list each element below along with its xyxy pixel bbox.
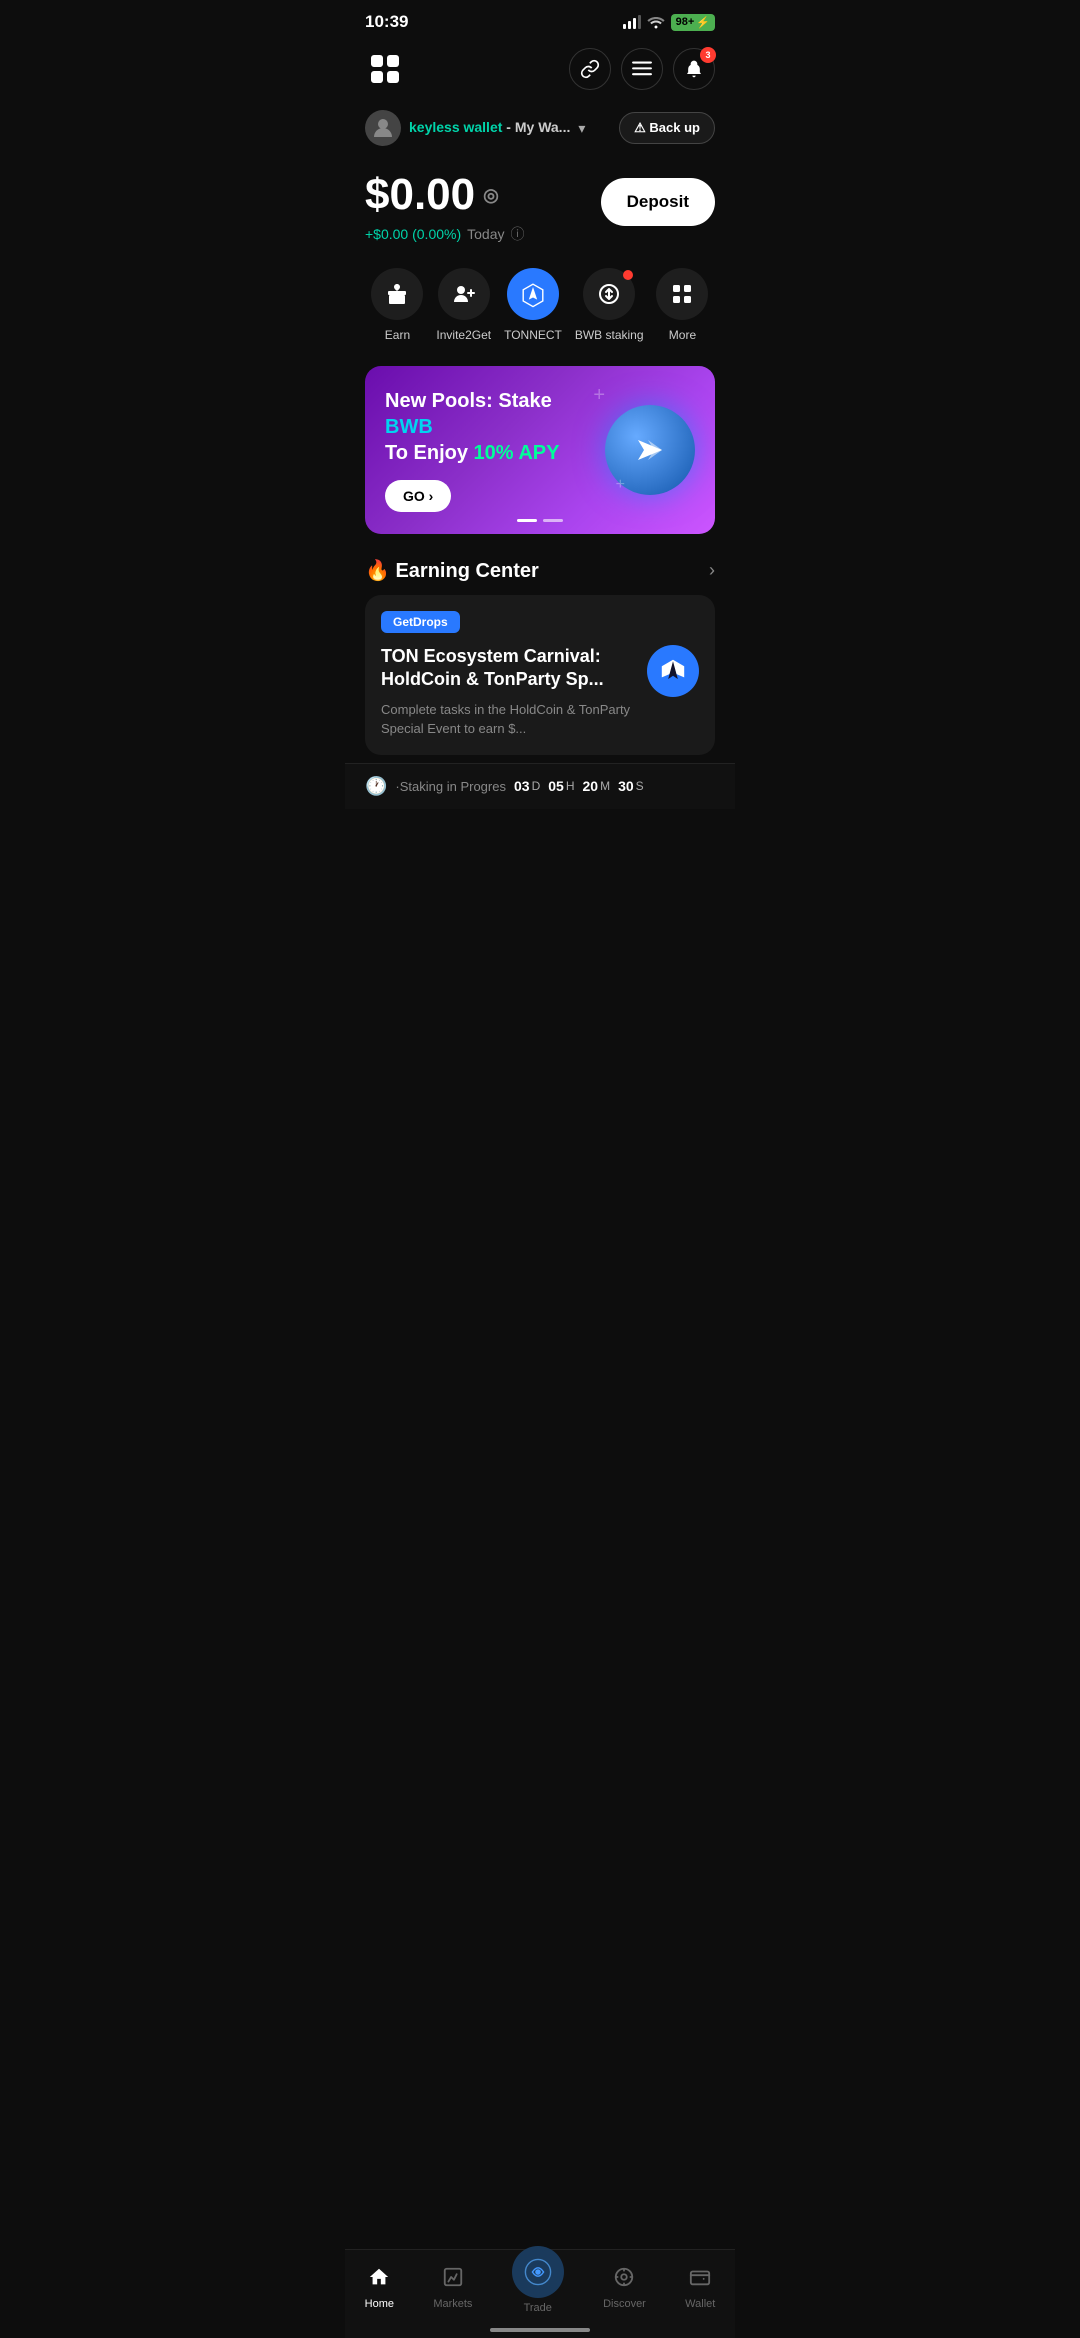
action-bwb[interactable]: BWB staking — [575, 268, 644, 342]
action-invite[interactable]: Invite2Get — [436, 268, 491, 342]
tonnect-label: TONNECT — [504, 328, 562, 342]
apps-grid-icon — [371, 55, 399, 83]
earning-card-content: TON Ecosystem Carnival: HoldCoin & TonPa… — [381, 645, 699, 739]
nav-markets[interactable]: Markets — [425, 2266, 480, 2310]
home-indicator — [490, 2328, 590, 2332]
notification-badge: 3 — [700, 47, 716, 63]
chevron-down-icon: ▾ — [578, 120, 585, 137]
earning-card-title: TON Ecosystem Carnival: HoldCoin & TonPa… — [381, 645, 635, 692]
tonnect-logo-icon — [519, 280, 547, 308]
markets-icon — [442, 2266, 464, 2294]
more-icon — [670, 282, 694, 306]
deposit-button[interactable]: Deposit — [601, 178, 715, 226]
status-icons: 98+ ⚡ — [623, 14, 715, 31]
battery-badge: 98+ ⚡ — [671, 14, 715, 31]
wallet-label: Wallet — [685, 2298, 715, 2310]
action-tonnect[interactable]: TONNECT — [504, 268, 562, 342]
bottom-spacer — [345, 809, 735, 899]
timer-mins: 20 M — [582, 778, 610, 794]
clock-icon: 🕐 — [365, 776, 387, 797]
balance-left: $0.00 ◎ +$0.00 (0.00%) Today ⓘ — [365, 170, 524, 244]
backup-button[interactable]: ⚠ Back up — [619, 112, 715, 144]
bell-icon — [684, 59, 704, 79]
bwb-dot — [623, 270, 633, 280]
more-label: More — [669, 328, 696, 342]
wifi-svg — [647, 15, 665, 29]
invite-icon — [452, 282, 476, 306]
ton-v-icon — [657, 655, 689, 687]
earning-center-chevron[interactable]: › — [709, 560, 715, 581]
earn-label: Earn — [385, 328, 410, 342]
header-right: 3 — [569, 48, 715, 90]
ton-logo — [647, 645, 699, 697]
status-bar: 10:39 98+ ⚡ — [345, 0, 735, 40]
earning-center-header: 🔥 Earning Center › — [365, 558, 715, 583]
trade-button[interactable] — [512, 2246, 564, 2298]
wallet-name-display: keyless wallet - My Wa... — [409, 119, 570, 137]
invite-icon-wrap — [438, 268, 490, 320]
action-more[interactable]: More — [656, 268, 708, 342]
earning-center-title: 🔥 Earning Center — [365, 558, 539, 583]
wallet-avatar — [365, 110, 401, 146]
nav-home[interactable]: Home — [357, 2266, 402, 2310]
menu-button[interactable] — [621, 48, 663, 90]
wallet-icon — [689, 2266, 711, 2294]
timer-secs: 30 S — [618, 778, 644, 794]
home-label: Home — [365, 2298, 394, 2310]
wallet-name-row[interactable]: keyless wallet - My Wa... ▾ — [365, 110, 585, 146]
earning-section: 🔥 Earning Center › GetDrops TON Ecosyste… — [345, 542, 735, 763]
trade-label: Trade — [524, 2302, 552, 2314]
earn-icon-wrap — [371, 268, 423, 320]
coin-arrow-icon — [630, 430, 670, 470]
bwb-icon-wrap — [583, 268, 635, 320]
balance-amount: $0.00 ◎ — [365, 170, 524, 220]
link-button[interactable] — [569, 48, 611, 90]
bwb-label: BWB staking — [575, 328, 644, 342]
nav-wallet[interactable]: Wallet — [677, 2266, 723, 2310]
action-earn[interactable]: Earn — [371, 268, 423, 342]
earning-card-text: TON Ecosystem Carnival: HoldCoin & TonPa… — [381, 645, 635, 739]
discover-label: Discover — [603, 2298, 646, 2310]
home-icon — [368, 2266, 390, 2294]
apps-icon-button[interactable] — [365, 49, 405, 89]
bottom-nav: Home Markets Trade Disc — [345, 2249, 735, 2338]
timer-hours: 05 H — [548, 778, 574, 794]
wifi-icon — [647, 15, 665, 29]
staking-icon — [597, 282, 621, 306]
more-icon-wrap — [656, 268, 708, 320]
getdrops-badge: GetDrops — [381, 611, 460, 633]
timer-days: 03 D — [514, 778, 540, 794]
menu-icon — [632, 61, 652, 77]
banner-dots — [517, 519, 563, 522]
balance-change: +$0.00 (0.00%) Today ⓘ — [365, 224, 524, 244]
link-icon — [580, 59, 600, 79]
status-time: 10:39 — [365, 12, 408, 32]
banner-text: New Pools: Stake BWB To Enjoy 10% APY GO… — [385, 388, 605, 512]
eye-icon[interactable]: ◎ — [483, 185, 499, 206]
wallet-header: keyless wallet - My Wa... ▾ ⚠ Back up — [345, 102, 735, 162]
banner-card[interactable]: + + New Pools: Stake BWB To Enjoy 10% AP… — [365, 366, 715, 534]
trade-icon — [524, 2258, 552, 2286]
markets-label: Markets — [433, 2298, 472, 2310]
go-button[interactable]: GO › — [385, 480, 451, 512]
info-icon: ⓘ — [510, 224, 524, 244]
banner-title: New Pools: Stake BWB To Enjoy 10% APY — [385, 388, 605, 466]
nav-discover[interactable]: Discover — [595, 2266, 654, 2310]
notification-button[interactable]: 3 — [673, 48, 715, 90]
earning-card[interactable]: GetDrops TON Ecosystem Carnival: HoldCoi… — [365, 595, 715, 755]
nav-trade[interactable]: Trade — [504, 2262, 572, 2314]
header-nav: 3 — [345, 40, 735, 102]
earning-card-desc: Complete tasks in the HoldCoin & TonPart… — [381, 700, 635, 739]
discover-icon — [613, 2266, 635, 2294]
balance-section: $0.00 ◎ +$0.00 (0.00%) Today ⓘ Deposit — [345, 162, 735, 260]
banner-section: + + New Pools: Stake BWB To Enjoy 10% AP… — [345, 358, 735, 542]
tonnect-icon-wrap — [507, 268, 559, 320]
staking-row: 🕐 ·Staking in Progres 03 D 05 H 20 M 30 … — [345, 763, 735, 809]
signal-icon — [623, 15, 641, 29]
gift-icon — [385, 282, 409, 306]
quick-actions: Earn Invite2Get TONNECT B — [345, 260, 735, 358]
invite-label: Invite2Get — [436, 328, 491, 342]
staking-label: ·Staking in Progres — [395, 779, 506, 794]
